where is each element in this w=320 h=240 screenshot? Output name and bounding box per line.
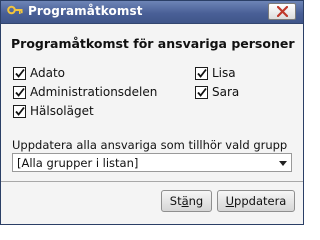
footer-divider [1, 181, 303, 182]
update-button-label-end: ppdatera [234, 194, 287, 208]
checkmark-icon [15, 106, 25, 116]
checkbox-box[interactable] [195, 67, 208, 80]
close-x-icon [277, 6, 288, 17]
checkbox-label: Administrationsdelen [30, 85, 158, 99]
group-select-value: [Alla grupper i listan] [17, 156, 139, 170]
group-select[interactable]: [Alla grupper i listan] [12, 153, 292, 172]
checkbox-label: Lisa [212, 66, 236, 80]
update-button-mnemonic: U [225, 194, 235, 208]
checkmark-icon [197, 68, 207, 78]
window-title: Programåtkomst [28, 4, 143, 18]
update-button[interactable]: Uppdatera [217, 190, 295, 212]
update-group-label: Uppdatera alla ansvariga som tillhör val… [12, 138, 288, 152]
checkbox-box[interactable] [13, 67, 26, 80]
checkbox-label: Hälsoläget [30, 104, 94, 118]
chevron-down-icon [279, 161, 287, 166]
checkbox-label: Sara [212, 85, 240, 99]
close-button-label-start: St [169, 194, 182, 208]
dialog-heading: Programåtkomst för ansvariga personer [11, 36, 295, 51]
title-bar[interactable]: Programåtkomst [1, 1, 303, 24]
close-button-mnemonic: ä [181, 194, 189, 208]
checkmark-icon [197, 87, 207, 97]
window-close-button[interactable] [268, 3, 296, 20]
dialog-window: Programåtkomst Programåtkomst för ansvar… [0, 0, 304, 225]
close-button-label-end: ng [188, 194, 204, 208]
checkbox-box[interactable] [13, 86, 26, 99]
key-icon [7, 5, 23, 15]
checkmark-icon [15, 68, 25, 78]
checkmark-icon [15, 87, 25, 97]
close-button[interactable]: Stäng [161, 190, 212, 212]
checkbox-label: Adato [30, 66, 66, 80]
checkbox-box[interactable] [195, 86, 208, 99]
checkbox-box[interactable] [13, 105, 26, 118]
